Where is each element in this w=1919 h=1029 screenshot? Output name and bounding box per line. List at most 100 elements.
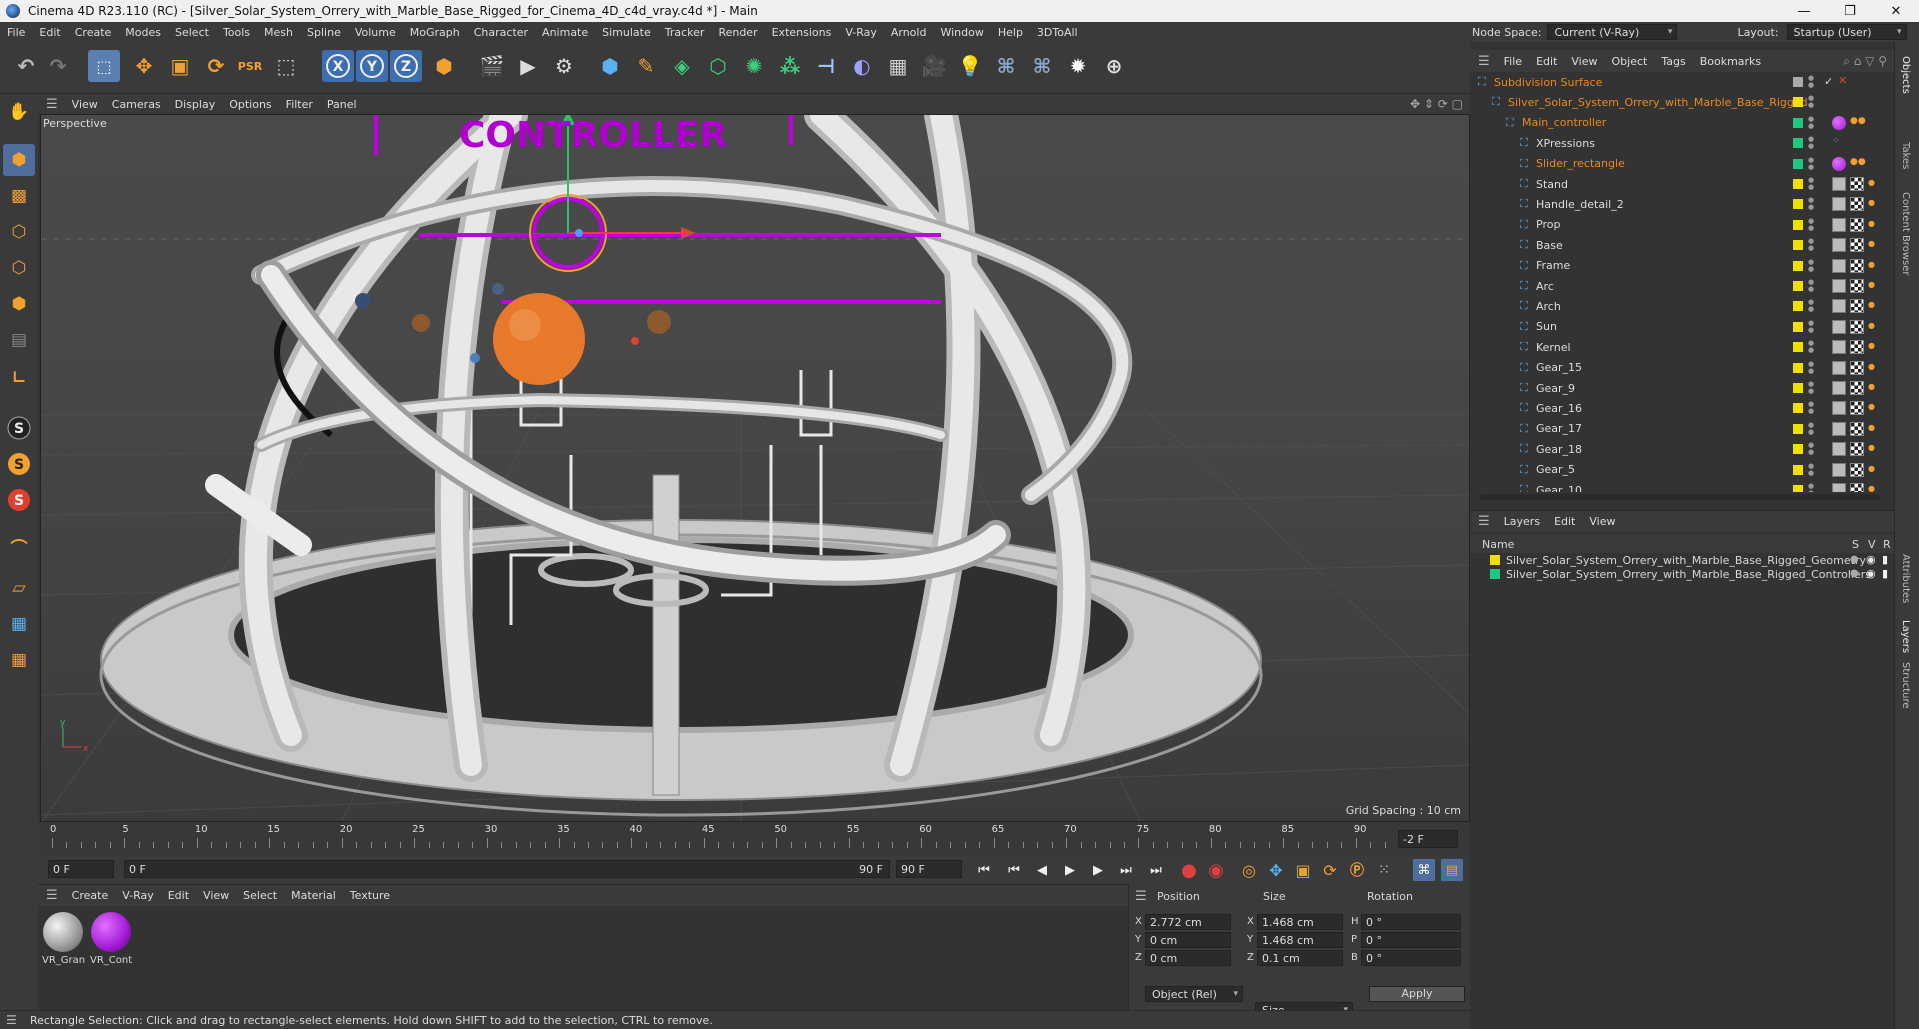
object-row[interactable]: ⛶ Handle_detail_2 ● ● ● [1470, 194, 1894, 214]
axis-mode-icon[interactable]: ∟ [3, 362, 35, 394]
python-icon[interactable]: ⌘ [990, 50, 1022, 82]
texture-tag-icon[interactable] [1850, 421, 1864, 436]
point-level-key-icon[interactable]: ⁙ [1373, 859, 1395, 881]
texture-tag-icon[interactable] [1850, 217, 1864, 232]
viewport-navigation-icons[interactable]: ✥ ⇕ ⟳ ▢ [1403, 97, 1470, 111]
tag-icon[interactable]: ●● [1850, 116, 1866, 130]
timeline-layout-icon[interactable]: ▤ [1441, 859, 1463, 881]
rotation-b-field[interactable]: 0 ° [1361, 950, 1461, 966]
object-row[interactable]: ⛶ Silver_Solar_System_Orrery_with_Marble_… [1470, 92, 1894, 112]
go-to-start-icon[interactable]: ⏮ [973, 859, 995, 881]
menu-tracker[interactable]: Tracker [658, 26, 712, 39]
rotation-key-icon[interactable]: ⟳ [1319, 859, 1341, 881]
menu-extensions[interactable]: Extensions [765, 26, 839, 39]
material-tag-icon[interactable] [1832, 360, 1846, 375]
object-row[interactable]: ⛶ Slider_rectangle ● ● ●● [1470, 154, 1894, 174]
position-key-icon[interactable]: ✥ [1265, 859, 1287, 881]
material-tag-icon[interactable] [1832, 156, 1846, 171]
position-z-field[interactable]: 0 cm [1145, 950, 1231, 966]
object-menu-bookmarks[interactable]: Bookmarks [1693, 55, 1768, 68]
object-menu-object[interactable]: Object [1605, 55, 1655, 68]
material-tag-icon[interactable] [1832, 238, 1846, 253]
go-to-end-icon[interactable]: ⏭ [1145, 859, 1167, 881]
tag-icon[interactable]: ● [1868, 300, 1875, 309]
object-hamburger-icon[interactable]: ☰ [1470, 54, 1497, 69]
object-row[interactable]: ⛶ Gear_15 ● ● ● [1470, 358, 1894, 378]
material-tag-icon[interactable] [1832, 299, 1846, 314]
previous-frame-icon[interactable]: ◀ [1031, 859, 1053, 881]
menu-select[interactable]: Select [168, 26, 216, 39]
menu-character[interactable]: Character [467, 26, 535, 39]
coordinates-hamburger-icon[interactable]: ☰ [1135, 889, 1147, 904]
visibility-dots-icon[interactable]: ●● [1808, 442, 1814, 456]
texture-tag-icon[interactable] [1850, 401, 1864, 416]
menu-animate[interactable]: Animate [535, 26, 595, 39]
bend-deformer-icon[interactable]: ⊣ [810, 50, 842, 82]
layer-color-swatch[interactable] [1793, 342, 1803, 353]
texture-tag-icon[interactable] [1850, 381, 1864, 395]
viewport-menu-display[interactable]: Display [168, 98, 223, 111]
visibility-dots-icon[interactable]: ●● [1808, 340, 1814, 354]
pen-spline-icon[interactable]: ✎ [630, 50, 662, 82]
workplane-icon[interactable]: ▱ [3, 572, 35, 604]
visibility-dots-icon[interactable]: ●● [1808, 421, 1814, 436]
layer-menu-edit[interactable]: Edit [1547, 515, 1582, 528]
scale-key-icon[interactable]: ▣ [1292, 859, 1314, 881]
tag-icon[interactable]: ● [1868, 382, 1875, 391]
3d-viewport[interactable]: CONTROLLER y x Perspective Grid Spacing … [40, 114, 1470, 822]
texture-mode-icon[interactable]: ▩ [3, 180, 35, 212]
x-axis-icon[interactable]: X [322, 50, 354, 82]
layer-color-swatch[interactable] [1793, 403, 1803, 414]
object-row[interactable]: ⛶ Arch ● ● ● [1470, 296, 1894, 316]
object-row[interactable]: ⛶ Gear_5 ● ● ● [1470, 460, 1894, 480]
menu-simulate[interactable]: Simulate [595, 26, 658, 39]
menu-create[interactable]: Create [68, 26, 119, 39]
size-x-field[interactable]: 1.468 cm [1257, 914, 1343, 930]
viewport-menu-options[interactable]: Options [222, 98, 278, 111]
texture-tag-icon[interactable] [1850, 299, 1864, 314]
minimize-button[interactable]: — [1781, 4, 1827, 19]
visibility-dots-icon[interactable]: ●● [1808, 95, 1814, 109]
layer-color-swatch[interactable] [1793, 179, 1803, 189]
object-row[interactable]: ⛶ Frame ● ● ● [1470, 256, 1894, 276]
material-tag-icon[interactable] [1832, 462, 1846, 477]
xpresso-tag-icon[interactable]: ⁘ [1832, 136, 1846, 150]
timeline-ruler[interactable]: 0 5 10 15 20 25 30 35 40 45 50 55 60 65 70 75 80 85 90 -2 … [38, 822, 1470, 854]
texture-tag-icon[interactable] [1850, 442, 1864, 457]
material-tag-icon[interactable] [1832, 340, 1846, 355]
menu-arnold[interactable]: Arnold [884, 26, 934, 39]
array-icon[interactable]: ⁂ [774, 50, 806, 82]
layer-menu-layers[interactable]: Layers [1497, 515, 1547, 528]
close-button[interactable]: ✕ [1873, 4, 1919, 19]
material-vr-gran[interactable]: VR_Gran [42, 912, 85, 968]
z-axis-icon[interactable]: Z [390, 50, 422, 82]
visibility-dots-icon[interactable]: ●● [1808, 401, 1814, 415]
cloner-icon[interactable]: ✺ [738, 50, 770, 82]
object-horizontal-scrollbar[interactable] [1480, 494, 1880, 500]
visibility-dots-icon[interactable]: ●● [1808, 319, 1814, 334]
layout-dropdown[interactable]: Startup (User) [1786, 24, 1907, 40]
object-row[interactable]: ⛶ Sun ● ● ● [1470, 317, 1894, 337]
material-vr-cont[interactable]: VR_Cont [90, 912, 132, 968]
layer-color-swatch[interactable] [1793, 485, 1803, 492]
position-y-field[interactable]: 0 cm [1145, 932, 1231, 948]
layer-color-swatch[interactable] [1793, 219, 1803, 230]
texture-tag-icon[interactable] [1850, 483, 1864, 492]
menu-edit[interactable]: Edit [32, 26, 67, 39]
material-tag-icon[interactable] [1832, 217, 1846, 232]
current-frame-field[interactable]: -2 F [1398, 830, 1458, 848]
scale-icon[interactable]: ▣ [164, 50, 196, 82]
tag-icon[interactable]: ● [1868, 198, 1875, 207]
visibility-dots-icon[interactable]: ●● [1808, 279, 1814, 293]
texture-tag-icon[interactable] [1850, 279, 1864, 293]
menu-help[interactable]: Help [991, 26, 1030, 39]
material-menu-texture[interactable]: Texture [343, 889, 397, 902]
object-row[interactable]: ⛶ XPressions ● ● ⁘ [1470, 133, 1894, 153]
layer-color-swatch[interactable] [1490, 555, 1500, 565]
texture-tag-icon[interactable] [1850, 258, 1864, 273]
next-frame-icon[interactable]: ▶ [1087, 859, 1109, 881]
material-tag-icon[interactable] [1832, 115, 1846, 130]
layer-color-swatch[interactable] [1793, 260, 1803, 271]
play-icon[interactable]: ▶ [1059, 859, 1081, 881]
material-menu-select[interactable]: Select [236, 889, 284, 902]
